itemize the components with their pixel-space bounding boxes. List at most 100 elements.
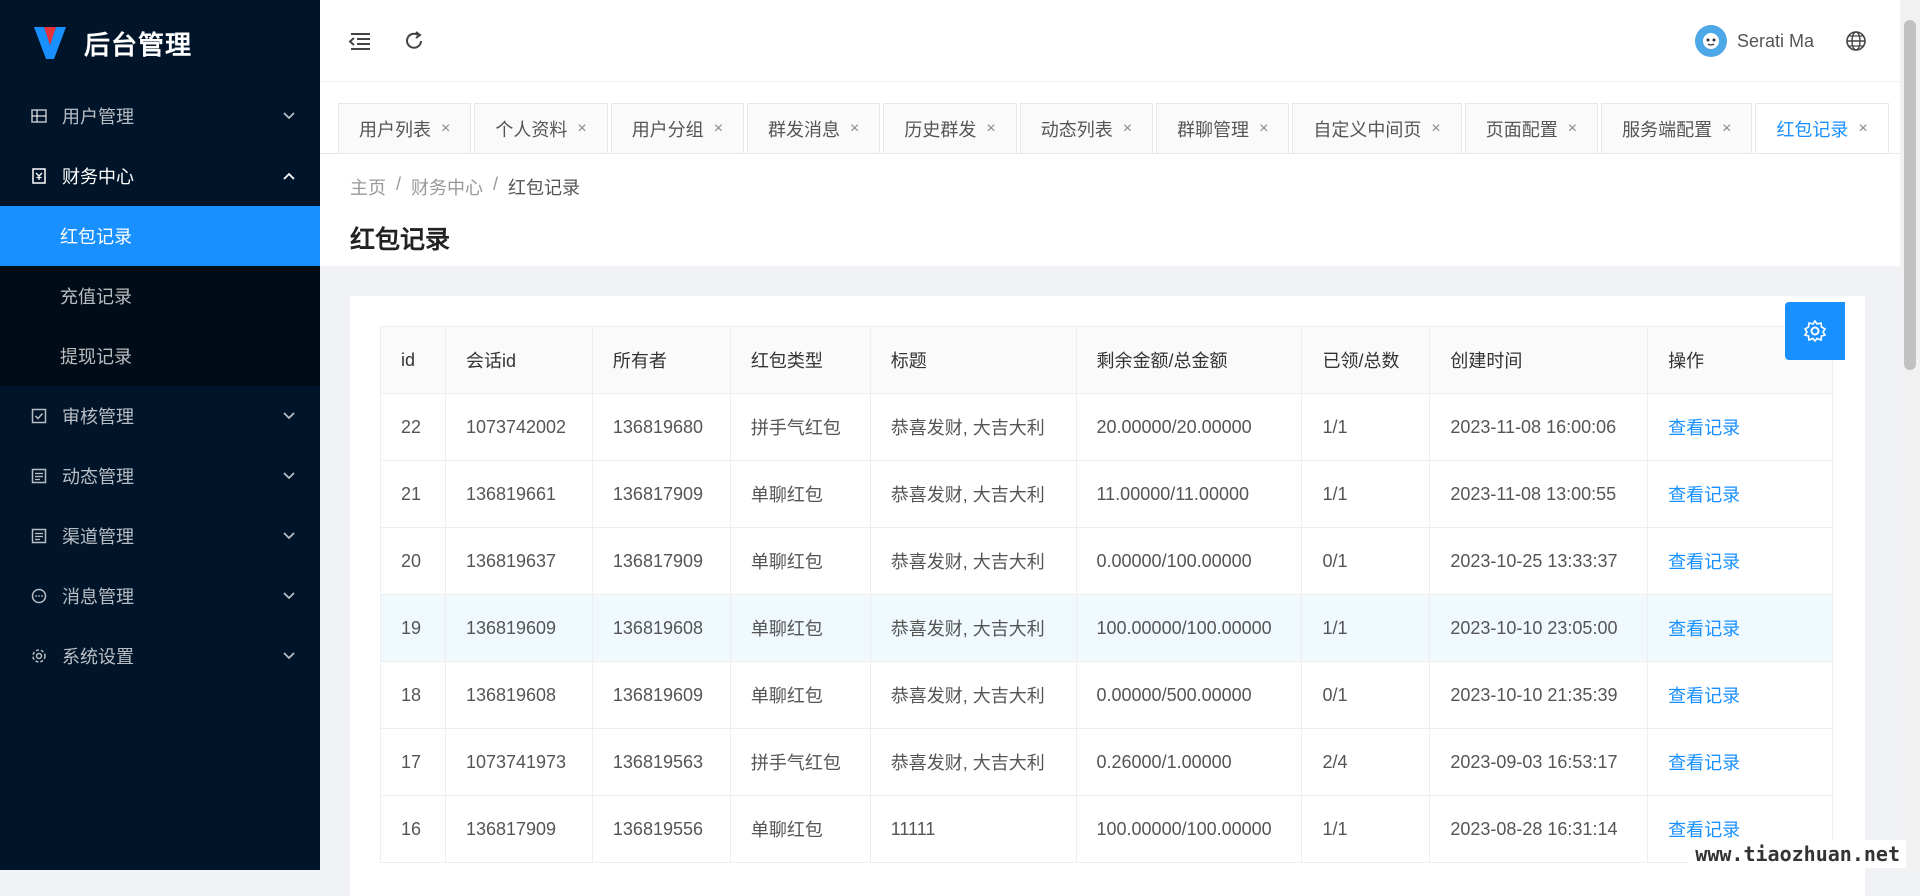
sidebar-item-moments[interactable]: 动态管理 <box>0 446 320 506</box>
tab-custom-page[interactable]: 自定义中间页× <box>1292 103 1461 153</box>
menu-fold-icon[interactable] <box>346 27 374 55</box>
cell-amount: 0.00000/100.00000 <box>1076 528 1302 595</box>
column-header: 创建时间 <box>1430 327 1648 394</box>
sidebar-item-settings[interactable]: 系统设置 <box>0 626 320 686</box>
breadcrumb: 主页 / 财务中心 / 红包记录 <box>350 174 1870 200</box>
close-icon[interactable]: × <box>1431 120 1440 138</box>
sidebar-item-review[interactable]: 审核管理 <box>0 386 320 446</box>
cell-type: 单聊红包 <box>730 796 870 863</box>
view-records-link[interactable]: 查看记录 <box>1668 753 1740 773</box>
tab-label: 群发消息 <box>768 116 840 142</box>
cell-owner: 136817909 <box>592 461 730 528</box>
cell-title: 恭喜发财, 大吉大利 <box>870 461 1076 528</box>
tab-moments-list[interactable]: 动态列表× <box>1020 103 1153 153</box>
breadcrumb-home[interactable]: 主页 <box>350 174 386 200</box>
tab-page-config[interactable]: 页面配置× <box>1465 103 1598 153</box>
close-icon[interactable]: × <box>986 120 995 138</box>
sidebar-item-label: 渠道管理 <box>62 523 134 549</box>
chevron-up-icon <box>282 171 296 181</box>
sidebar-item-users[interactable]: 用户管理 <box>0 86 320 146</box>
list-icon <box>30 467 48 485</box>
cell-session-id: 136819661 <box>445 461 592 528</box>
cell-created: 2023-11-08 13:00:55 <box>1430 461 1648 528</box>
view-records-link[interactable]: 查看记录 <box>1668 820 1740 840</box>
cell-created: 2023-11-08 16:00:06 <box>1430 394 1648 461</box>
sidebar-item-finance[interactable]: 财务中心 <box>0 146 320 206</box>
close-icon[interactable]: × <box>577 120 586 138</box>
sidebar-item-recharge-records[interactable]: 充值记录 <box>0 266 320 326</box>
cell-type: 单聊红包 <box>730 662 870 729</box>
settings-drawer-button[interactable] <box>1785 302 1845 360</box>
sidebar-item-label: 审核管理 <box>62 403 134 429</box>
cell-type: 单聊红包 <box>730 595 870 662</box>
scrollbar[interactable] <box>1900 0 1920 870</box>
tab-label: 用户列表 <box>359 116 431 142</box>
sidebar-item-channels[interactable]: 渠道管理 <box>0 506 320 566</box>
sidebar-item-redpacket-records[interactable]: 红包记录 <box>0 206 320 266</box>
close-icon[interactable]: × <box>1722 120 1731 138</box>
chat-icon <box>30 587 48 605</box>
globe-icon[interactable] <box>1842 27 1870 55</box>
cell-type: 拼手气红包 <box>730 394 870 461</box>
close-icon[interactable]: × <box>1858 120 1867 138</box>
tab-redpacket-records[interactable]: 红包记录× <box>1755 103 1888 153</box>
tab-server-config[interactable]: 服务端配置× <box>1601 103 1752 153</box>
sidebar-item-messages[interactable]: 消息管理 <box>0 566 320 626</box>
list-icon <box>30 527 48 545</box>
logo: 后台管理 <box>0 0 320 86</box>
tab-label: 用户分组 <box>632 116 704 142</box>
cell-amount: 100.00000/100.00000 <box>1076 796 1302 863</box>
cell-created: 2023-10-10 21:35:39 <box>1430 662 1648 729</box>
cell-owner: 136817909 <box>592 528 730 595</box>
view-records-link[interactable]: 查看记录 <box>1668 418 1740 438</box>
view-records-link[interactable]: 查看记录 <box>1668 686 1740 706</box>
user-menu[interactable]: Serati Ma <box>1695 25 1814 57</box>
view-records-link[interactable]: 查看记录 <box>1668 485 1740 505</box>
breadcrumb-separator: / <box>493 174 498 200</box>
cell-created: 2023-10-10 23:05:00 <box>1430 595 1648 662</box>
page-title: 红包记录 <box>350 220 1870 256</box>
cell-title: 恭喜发财, 大吉大利 <box>870 729 1076 796</box>
tab-user-groups[interactable]: 用户分组 × <box>611 103 744 153</box>
cell-title: 恭喜发财, 大吉大利 <box>870 528 1076 595</box>
cell-type: 拼手气红包 <box>730 729 870 796</box>
breadcrumb-separator: / <box>396 174 401 200</box>
close-icon[interactable]: × <box>1259 120 1268 138</box>
column-header: 标题 <box>870 327 1076 394</box>
cell-id: 17 <box>381 729 446 796</box>
cell-claimed: 1/1 <box>1302 595 1430 662</box>
close-icon[interactable]: × <box>714 120 723 138</box>
close-icon[interactable]: × <box>1123 120 1132 138</box>
breadcrumb-section[interactable]: 财务中心 <box>411 174 483 200</box>
cell-title: 11111 <box>870 796 1076 863</box>
cell-session-id: 1073741973 <box>445 729 592 796</box>
refresh-icon[interactable] <box>400 27 428 55</box>
close-icon[interactable]: × <box>1568 120 1577 138</box>
scrollbar-thumb[interactable] <box>1904 20 1916 370</box>
close-icon[interactable]: × <box>850 120 859 138</box>
cell-session-id: 136819609 <box>445 595 592 662</box>
cell-session-id: 1073742002 <box>445 394 592 461</box>
tab-profile[interactable]: 个人资料× <box>474 103 607 153</box>
tab-group-chat[interactable]: 群聊管理× <box>1156 103 1289 153</box>
chevron-down-icon <box>282 411 296 421</box>
cell-claimed: 0/1 <box>1302 662 1430 729</box>
gear-icon <box>1803 319 1827 343</box>
app-title: 后台管理 <box>84 25 192 62</box>
tab-broadcast-history[interactable]: 历史群发× <box>883 103 1016 153</box>
column-header: 已领/总数 <box>1302 327 1430 394</box>
sidebar-item-withdraw-records[interactable]: 提现记录 <box>0 326 320 386</box>
tab-broadcast[interactable]: 群发消息 × <box>747 103 880 153</box>
finance-submenu: 红包记录 充值记录 提现记录 <box>0 206 320 386</box>
close-icon[interactable]: × <box>441 120 450 138</box>
cell-amount: 100.00000/100.00000 <box>1076 595 1302 662</box>
cell-session-id: 136817909 <box>445 796 592 863</box>
view-records-link[interactable]: 查看记录 <box>1668 619 1740 639</box>
tab-user-list[interactable]: 用户列表 × <box>338 103 471 153</box>
cell-id: 22 <box>381 394 446 461</box>
cell-amount: 20.00000/20.00000 <box>1076 394 1302 461</box>
sidebar-item-label: 动态管理 <box>62 463 134 489</box>
view-records-link[interactable]: 查看记录 <box>1668 552 1740 572</box>
gear-icon <box>30 647 48 665</box>
chevron-down-icon <box>282 531 296 541</box>
